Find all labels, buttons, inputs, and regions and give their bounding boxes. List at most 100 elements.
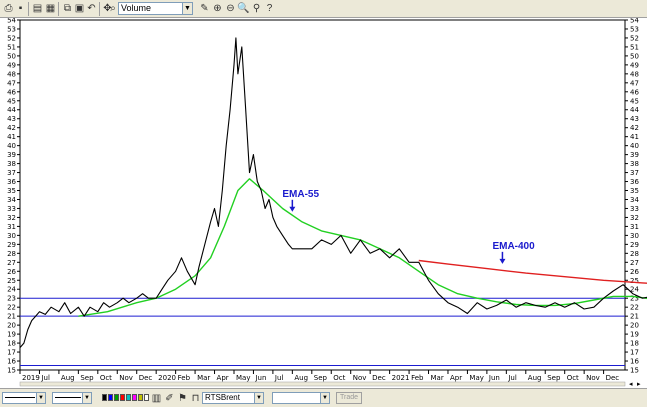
y-tick-label-right: 17 [630,349,639,357]
x-tick-label: Sep [80,374,94,382]
x-tick-label: Oct [567,374,579,382]
horizontal-scrollbar [19,381,626,387]
x-tick-label: 2020 [158,374,176,382]
y-tick-label-right: 46 [630,88,639,96]
color-swatch[interactable] [132,394,137,401]
y-tick-label-left: 18 [7,340,16,348]
chart-svg: 15 1516 1617 1718 1819 1920 2021 2122 2223 2324 24… [7,18,647,388]
y-tick-label-left: 36 [7,178,16,186]
x-tick-label: Apr [217,374,229,382]
color-swatch[interactable] [102,394,107,401]
trade-button[interactable]: Trade [336,392,362,404]
x-tick-label: Nov [353,374,367,382]
y-tick-label-right: 39 [630,151,639,159]
account-select[interactable]: ▼ [272,392,330,404]
help-icon[interactable]: ? [263,2,276,15]
brush-icon[interactable]: ▥ [150,392,163,405]
y-tick-label-right: 27 [630,259,639,267]
y-tick-label-right: 38 [630,160,639,168]
y-tick-label-right: 28 [630,250,639,258]
bottom-toolbar: ▼ ▼ ▥ ✐ ⚑ ⊓ RTSBrent ▼ ▼ Trade [0,388,647,407]
color-swatch[interactable] [138,394,143,401]
y-tick-label-right: 37 [630,169,639,177]
indicator-select[interactable]: Volume ▼ [118,2,193,15]
y-tick-label-right: 15 [630,367,639,375]
y-tick-label-right: 31 [630,223,639,231]
y-tick-label-right: 36 [630,178,639,186]
x-tick-label: Apr [450,374,462,382]
y-tick-label-left: 31 [7,223,16,231]
y-tick-label-left: 52 [7,34,16,42]
y-tick-label-right: 29 [630,241,639,249]
chevron-down-icon[interactable]: ▼ [254,393,263,403]
undo-icon[interactable]: ↶ [85,2,98,15]
y-tick-label-left: 49 [7,61,16,69]
binoculars-icon[interactable]: ⚲ [250,2,263,15]
y-tick-label-right: 50 [630,52,639,60]
y-tick-label-right: 25 [630,277,639,285]
y-tick-label-right: 26 [630,268,639,276]
y-tick-label-right: 16 [630,358,639,366]
y-tick-label-right: 21 [630,313,639,321]
y-tick-label-left: 20 [7,322,16,330]
y-tick-label-left: 34 [7,196,16,204]
x-tick-label: Jul [40,374,50,382]
price-chart[interactable]: 15 15 16 16 17 17 18 18 19 19 20 20 21 21 22 22 23 23 24 24… [0,18,647,388]
symbol-select-value: RTSBrent [205,393,240,402]
toolbar-separator [58,2,59,16]
y-tick-label-left: 15 [7,367,16,375]
pen-color-icon[interactable]: ✐ [163,392,176,405]
x-tick-label: Oct [100,374,112,382]
chevron-down-icon[interactable]: ▼ [36,393,45,403]
line-style-select[interactable]: ▼ [2,392,46,404]
magnifier-icon[interactable]: 🔍 [237,2,250,15]
y-tick-label-right: 51 [630,43,639,51]
y-tick-label-right: 33 [630,205,639,213]
annotation-label: EMA-400 [492,241,535,252]
y-tick-label-right: 20 [630,322,639,330]
zoom-in-icon[interactable]: ⊕ [211,2,224,15]
x-tick-label: Dec [139,374,153,382]
y-tick-label-left: 35 [7,187,16,195]
x-tick-label: May [469,374,483,382]
y-tick-label-left: 23 [7,295,16,303]
color-swatch[interactable] [126,394,131,401]
magnet-icon[interactable]: ⊓ [189,392,202,405]
y-tick-label-left: 43 [7,115,16,123]
line-width-select[interactable]: ▼ [52,392,92,404]
zoom-icon[interactable]: ⌕ [108,2,118,15]
color-swatch[interactable] [114,394,119,401]
x-tick-label: Aug [294,374,308,382]
flag-icon[interactable]: ⚑ [176,392,189,405]
symbol-select[interactable]: RTSBrent ▼ [202,392,264,404]
y-tick-label-right: 45 [630,97,639,105]
x-tick-label: Jun [488,374,500,382]
x-tick-label: Mar [197,374,210,382]
y-tick-label-left: 45 [7,97,16,105]
y-tick-label-left: 26 [7,268,16,276]
zoom-out-icon[interactable]: ⊖ [224,2,237,15]
y-tick-label-right: 44 [630,106,639,114]
y-tick-label-right: 52 [630,34,639,42]
y-tick-label-left: 50 [7,52,16,60]
save-icon[interactable]: ▪ [14,2,27,15]
open-icon[interactable]: ▤ [31,2,44,15]
color-swatch[interactable] [120,394,125,401]
chevron-down-icon[interactable]: ▼ [82,393,91,403]
x-tick-label: 2019 [22,374,40,382]
pen-icon[interactable]: ✎ [198,2,211,15]
y-tick-label-left: 17 [7,349,16,357]
y-tick-label-right: 43 [630,115,639,123]
color-swatch[interactable] [144,394,149,401]
y-tick-label-left: 30 [7,232,16,240]
chart-settings-icon[interactable]: ▦ [44,2,57,15]
y-tick-label-right: 48 [630,70,639,78]
chevron-down-icon[interactable]: ▼ [182,3,192,14]
scroll-left-icon: ◂ [629,380,633,388]
y-tick-label-right: 53 [630,25,639,33]
y-tick-label-left: 53 [7,25,16,33]
color-swatch[interactable] [108,394,113,401]
x-tick-label: Aug [61,374,75,382]
chevron-down-icon[interactable]: ▼ [320,393,329,403]
toolbar-separator [99,2,100,16]
